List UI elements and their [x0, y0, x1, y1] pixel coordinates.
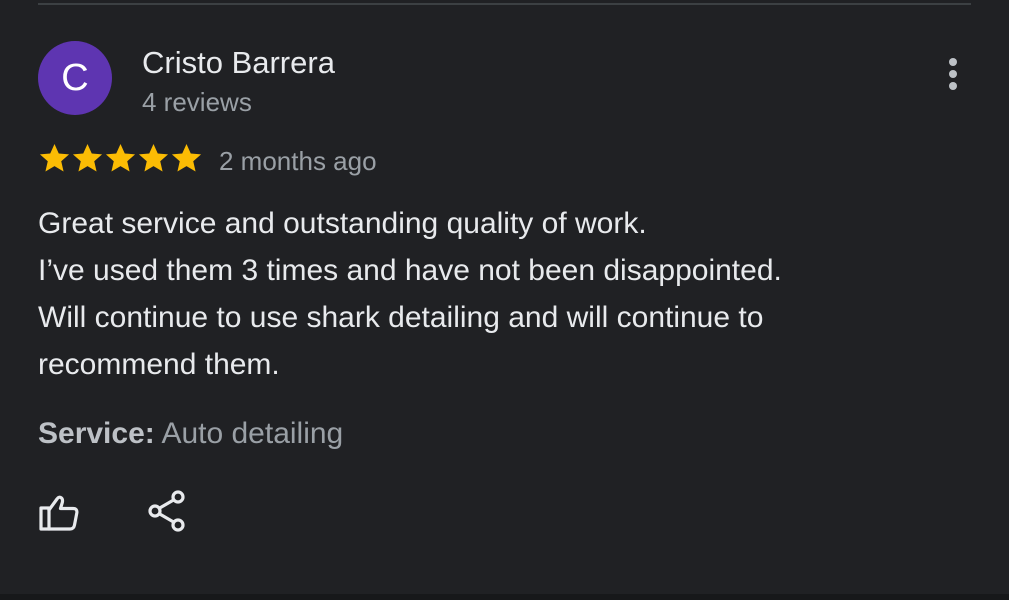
thumbs-up-icon — [39, 495, 79, 531]
service-label: Service: — [38, 417, 155, 450]
star-icon — [171, 143, 202, 172]
star-rating — [38, 140, 203, 176]
review-text-line: Will continue to use shark detailing and… — [38, 301, 764, 334]
share-button[interactable] — [144, 488, 190, 534]
review-text: Great service and outstanding quality of… — [38, 200, 968, 388]
author-name[interactable]: Cristo Barrera — [142, 44, 335, 82]
review-text-line: recommend them. — [38, 348, 280, 381]
avatar[interactable]: C — [38, 41, 112, 115]
author-reviews-count: 4 reviews — [142, 87, 252, 117]
star-icon — [72, 143, 103, 172]
review-text-line: I’ve used them 3 times and have not been… — [38, 254, 782, 287]
star-icon — [138, 143, 169, 172]
star-icon — [105, 143, 136, 172]
bottom-divider — [0, 594, 1009, 600]
more-vertical-icon — [949, 58, 957, 90]
service-value: Auto detailing — [161, 417, 344, 450]
service-row: Service: Auto detailing — [38, 414, 343, 454]
top-divider — [38, 3, 971, 5]
share-icon — [148, 490, 185, 532]
more-options-button[interactable] — [936, 56, 970, 92]
review-text-line: Great service and outstanding quality of… — [38, 207, 647, 240]
like-button[interactable] — [36, 490, 82, 536]
review-date: 2 months ago — [219, 146, 377, 176]
star-icon — [39, 143, 70, 172]
